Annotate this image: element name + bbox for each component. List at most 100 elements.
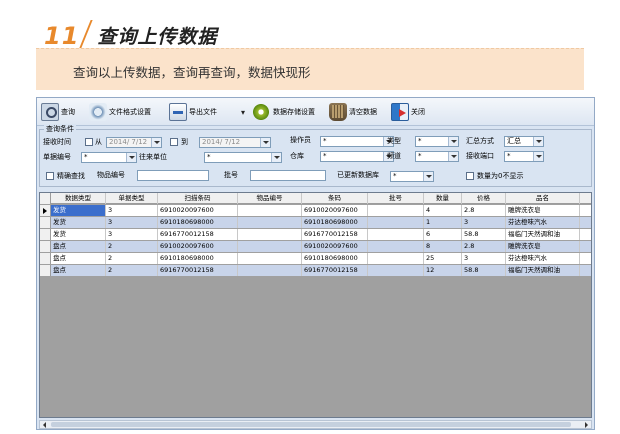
file-format-button[interactable]: 文件格式设置 bbox=[89, 102, 151, 122]
table-cell[interactable] bbox=[580, 217, 591, 228]
warehouse-select[interactable]: * bbox=[320, 151, 394, 162]
table-cell[interactable]: 芬达橙味汽水 bbox=[506, 217, 580, 228]
table-cell[interactable]: 12 bbox=[424, 265, 462, 276]
table-cell[interactable] bbox=[368, 265, 424, 276]
column-header[interactable]: 扫描条码 bbox=[158, 193, 238, 204]
table-cell[interactable]: 6910020097600 bbox=[302, 205, 368, 216]
from-date-picker[interactable]: 2014/ 7/12 bbox=[106, 137, 162, 148]
item-code-input[interactable] bbox=[137, 170, 209, 181]
table-cell[interactable]: 58.8 bbox=[462, 229, 506, 240]
table-cell[interactable]: 6 bbox=[424, 229, 462, 240]
port-select[interactable]: * bbox=[504, 151, 544, 162]
table-cell[interactable]: 6910180698000 bbox=[158, 217, 238, 228]
batch-input[interactable] bbox=[250, 170, 326, 181]
table-cell[interactable] bbox=[238, 241, 302, 252]
chevron-down-icon[interactable] bbox=[533, 152, 543, 161]
table-row[interactable]: 盘点 2 6916770012158 6916770012158 12 58.8 福临门天然… bbox=[40, 265, 591, 276]
table-row[interactable]: 发货 3 6910180698000 6910180698000 1 3 芬达橙味汽水 bbox=[40, 217, 591, 228]
export-button[interactable]: 导出文件 bbox=[169, 102, 217, 122]
table-cell[interactable]: 2.8 bbox=[462, 241, 506, 252]
table-cell[interactable]: 6916770012158 bbox=[302, 265, 368, 276]
scroll-left-icon[interactable] bbox=[40, 421, 49, 428]
table-cell[interactable]: 芬达橙味汽水 bbox=[506, 253, 580, 264]
column-header[interactable]: 批号 bbox=[368, 193, 424, 204]
table-row[interactable]: 盘点 2 6910020097600 6910020097600 8 2.8 雕牌洗衣皂 bbox=[40, 241, 591, 252]
from-checkbox[interactable] bbox=[85, 138, 93, 146]
table-cell[interactable] bbox=[368, 229, 424, 240]
table-cell[interactable]: 6910020097600 bbox=[158, 205, 238, 216]
table-cell[interactable]: 2 bbox=[106, 253, 158, 264]
doc-no-select[interactable]: * bbox=[81, 152, 137, 163]
to-checkbox[interactable] bbox=[170, 138, 178, 146]
close-button[interactable]: 关闭 bbox=[391, 102, 425, 122]
table-cell[interactable]: 3 bbox=[106, 205, 158, 216]
chevron-down-icon[interactable] bbox=[448, 137, 458, 146]
table-cell[interactable] bbox=[368, 253, 424, 264]
storage-settings-button[interactable]: 数据存储设置 bbox=[251, 102, 315, 122]
scroll-thumb[interactable] bbox=[51, 422, 571, 427]
table-cell[interactable]: 3 bbox=[462, 253, 506, 264]
current-row-arrow-icon[interactable] bbox=[40, 205, 51, 216]
hide-zero-qty-checkbox[interactable] bbox=[466, 172, 474, 180]
exact-search-checkbox[interactable] bbox=[46, 172, 54, 180]
table-cell[interactable] bbox=[238, 265, 302, 276]
table-row[interactable]: 盘点 2 6910180698000 6910180698000 25 3 芬达橙味汽水 bbox=[40, 253, 591, 264]
table-cell[interactable]: 发货 bbox=[51, 205, 106, 216]
type-select[interactable]: * bbox=[415, 136, 459, 147]
column-header[interactable]: 数量 bbox=[424, 193, 462, 204]
table-cell[interactable]: 8 bbox=[424, 241, 462, 252]
table-cell[interactable] bbox=[580, 241, 591, 252]
table-cell[interactable]: 3 bbox=[106, 217, 158, 228]
table-cell[interactable]: 2.8 bbox=[462, 205, 506, 216]
scroll-right-icon[interactable] bbox=[582, 421, 591, 428]
table-cell[interactable]: 1 bbox=[424, 217, 462, 228]
query-button[interactable]: 查询 bbox=[41, 102, 75, 122]
partner-select[interactable]: * bbox=[204, 152, 282, 163]
column-header[interactable]: 品名 bbox=[506, 193, 580, 204]
operator-select[interactable]: * bbox=[320, 136, 394, 147]
horizontal-scrollbar[interactable] bbox=[39, 420, 592, 429]
table-cell[interactable]: 3 bbox=[462, 217, 506, 228]
row-header[interactable] bbox=[40, 229, 51, 240]
table-cell[interactable]: 发货 bbox=[51, 229, 106, 240]
to-date-picker[interactable]: 2014/ 7/12 bbox=[199, 137, 271, 148]
table-cell[interactable]: 雕牌洗衣皂 bbox=[506, 241, 580, 252]
table-cell[interactable] bbox=[580, 253, 591, 264]
table-cell[interactable]: 25 bbox=[424, 253, 462, 264]
table-cell[interactable] bbox=[368, 205, 424, 216]
table-cell[interactable]: 福临门天然调和油 bbox=[506, 229, 580, 240]
table-cell[interactable] bbox=[580, 205, 591, 216]
chevron-down-icon[interactable] bbox=[423, 172, 433, 181]
row-header[interactable] bbox=[40, 217, 51, 228]
chevron-down-icon[interactable] bbox=[533, 137, 543, 146]
table-cell[interactable] bbox=[238, 205, 302, 216]
column-header[interactable]: 价格 bbox=[462, 193, 506, 204]
row-header[interactable] bbox=[40, 241, 51, 252]
table-cell[interactable] bbox=[238, 217, 302, 228]
table-cell[interactable]: 盘点 bbox=[51, 265, 106, 276]
chevron-down-icon[interactable] bbox=[126, 153, 136, 162]
row-header[interactable] bbox=[40, 265, 51, 276]
column-header[interactable]: 物品编号 bbox=[238, 193, 302, 204]
table-cell[interactable]: 6910180698000 bbox=[302, 253, 368, 264]
column-header[interactable]: 规格 bbox=[580, 193, 591, 204]
table-cell[interactable]: 58.8 bbox=[462, 265, 506, 276]
column-header[interactable]: 条码 bbox=[302, 193, 368, 204]
chevron-down-icon[interactable] bbox=[260, 138, 270, 147]
table-cell[interactable] bbox=[238, 229, 302, 240]
table-cell[interactable]: 6910180698000 bbox=[158, 253, 238, 264]
column-header[interactable]: 单据类型 bbox=[106, 193, 158, 204]
table-cell[interactable]: 盘点 bbox=[51, 253, 106, 264]
table-cell[interactable] bbox=[580, 229, 591, 240]
table-row[interactable]: 发货 3 6910020097600 6910020097600 4 2.8 雕牌洗衣皂 bbox=[40, 205, 591, 216]
table-row[interactable]: 发货 3 6916770012158 6916770012158 6 58.8 福临门天然调… bbox=[40, 229, 591, 240]
table-cell[interactable]: 6916770012158 bbox=[158, 265, 238, 276]
table-cell[interactable]: 4 bbox=[424, 205, 462, 216]
table-cell[interactable] bbox=[368, 241, 424, 252]
table-cell[interactable]: 6910180698000 bbox=[302, 217, 368, 228]
table-cell[interactable]: 6916770012158 bbox=[302, 229, 368, 240]
channel-select[interactable]: * bbox=[415, 151, 459, 162]
table-cell[interactable]: 发货 bbox=[51, 217, 106, 228]
chevron-down-icon[interactable] bbox=[448, 152, 458, 161]
table-cell[interactable]: 福临门天然调和油 bbox=[506, 265, 580, 276]
